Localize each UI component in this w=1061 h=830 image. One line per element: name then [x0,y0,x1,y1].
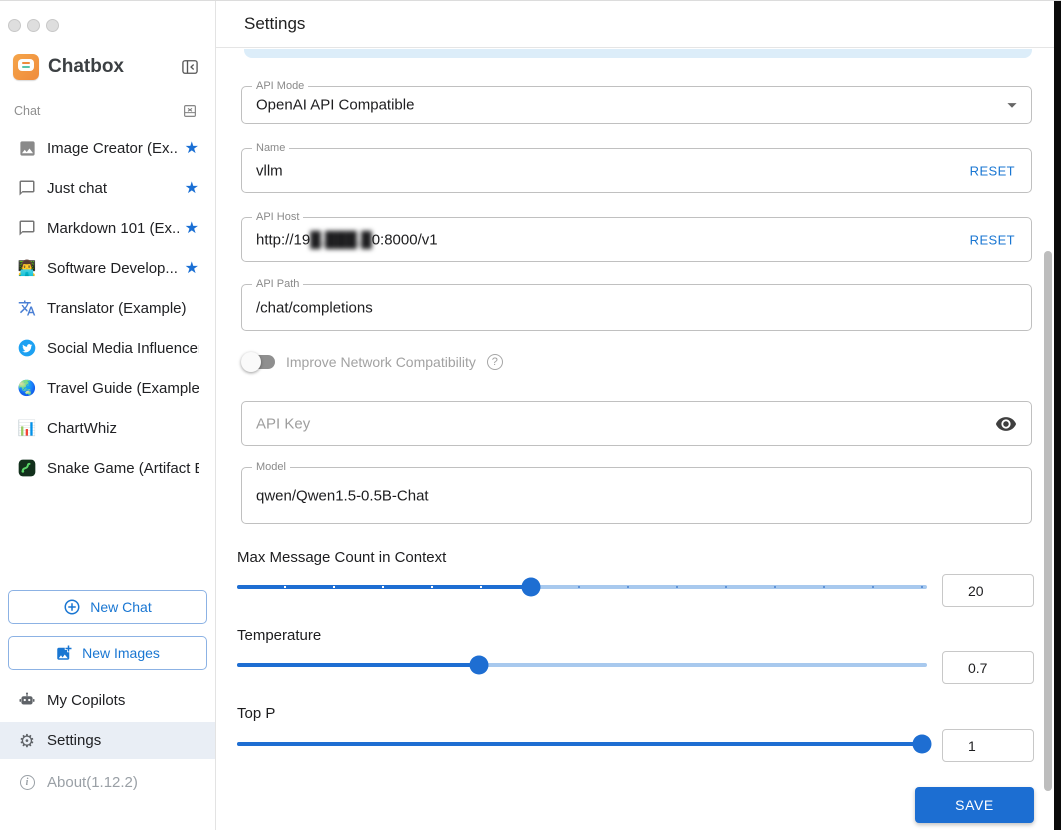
name-field[interactable]: Name vllm RESET [241,142,1032,193]
settings-header: Settings [216,1,1054,48]
plus-circle-icon [64,599,80,615]
toggle-label: Improve Network Compatibility [286,354,476,370]
scrollbar[interactable] [1044,251,1052,791]
page-title: Settings [244,14,306,33]
chart-emoji-icon: 📊 [17,420,37,437]
max-message-count-input[interactable]: 20 [942,574,1034,607]
window-controls [8,19,59,32]
sidebar-item-settings[interactable]: ⚙ Settings [0,722,215,759]
api-host-reset-button[interactable]: RESET [970,232,1015,247]
eye-icon[interactable] [995,413,1017,435]
developer-emoji-icon: 👨‍💻 [17,260,37,277]
redacted-text: █.███.█ [310,231,372,248]
window-minimize-button[interactable] [27,19,40,32]
top-p-slider[interactable] [237,734,932,754]
sidebar-item-snake-game[interactable]: Snake Game (Artifact E... ★ [0,448,215,488]
chat-section-label: Chat [14,104,41,118]
name-value: vllm [256,162,283,179]
window-zoom-button[interactable] [46,19,59,32]
top-p-input[interactable]: 1 [942,729,1034,762]
api-host-field[interactable]: API Host http://19█.███.█0:8000/v1 RESET [241,211,1032,262]
chatbox-logo-icon [13,54,39,80]
scrolled-tab-strip [244,49,1032,58]
archive-icon[interactable] [181,102,199,120]
api-mode-select[interactable]: API Mode OpenAI API Compatible [241,80,1032,124]
top-p-label: Top P [237,705,276,722]
collapse-sidebar-icon[interactable] [178,55,202,79]
api-key-placeholder: API Key [256,415,311,432]
chat-section-header: Chat [14,102,199,120]
temperature-slider[interactable] [237,655,927,675]
star-icon[interactable]: ★ [185,258,199,278]
sidebar: Chatbox Chat Image Creator (Ex... ★ Just… [0,1,215,830]
slider-thumb[interactable] [521,577,541,597]
sidebar-item-chartwhiz[interactable]: 📊 ChartWhiz ★ [0,408,215,448]
chat-bubble-icon [16,178,38,198]
image-plus-icon [57,645,72,660]
globe-emoji-icon: 🌏 [17,380,37,397]
snake-game-icon [16,458,38,478]
conversation-list: Image Creator (Ex... ★ Just chat ★ Markd… [0,128,215,488]
model-field[interactable]: Model qwen/Qwen1.5-0.5B-Chat [241,461,1032,524]
network-compatibility-row: Improve Network Compatibility ? [241,351,503,373]
star-icon[interactable]: ★ [185,218,199,238]
new-chat-button[interactable]: New Chat [8,590,207,624]
api-host-value: http://19█.███.█0:8000/v1 [256,231,438,248]
api-mode-value: OpenAI API Compatible [256,96,415,114]
sidebar-item-travel-guide[interactable]: 🌏 Travel Guide (Example) ★ [0,368,215,408]
sidebar-item-image-creator[interactable]: Image Creator (Ex... ★ [0,128,215,168]
chat-bubble-icon [16,218,38,238]
sidebar-item-my-copilots[interactable]: My Copilots [0,682,215,718]
info-icon: i [16,774,38,790]
temperature-input[interactable]: 0.7 [942,651,1034,684]
sidebar-item-translator[interactable]: Translator (Example) ★ [0,288,215,328]
api-key-field[interactable]: API Key [241,401,1032,446]
chevron-down-icon[interactable] [1001,94,1023,116]
save-button[interactable]: SAVE [915,787,1034,823]
app-header: Chatbox [13,53,202,81]
window-close-button[interactable] [8,19,21,32]
api-path-value: /chat/completions [256,299,373,316]
twitter-icon [16,338,38,358]
image-icon [16,138,38,158]
slider-thumb[interactable] [469,655,488,675]
gear-icon: ⚙ [18,730,36,751]
sidebar-item-about[interactable]: i About(1.12.2) [0,764,215,800]
star-icon[interactable]: ★ [185,138,199,158]
help-icon[interactable]: ? [486,354,503,370]
sidebar-item-social-media-influencer[interactable]: Social Media Influencer ... ★ [0,328,215,368]
sidebar-item-markdown-101[interactable]: Markdown 101 (Ex... ★ [0,208,215,248]
network-compatibility-toggle[interactable] [241,352,275,372]
new-images-button[interactable]: New Images [8,636,207,670]
api-path-field[interactable]: API Path /chat/completions [241,278,1032,331]
star-icon[interactable]: ★ [185,178,199,198]
robot-icon [16,691,38,709]
app-title: Chatbox [48,56,124,77]
max-message-count-label: Max Message Count in Context [237,549,447,566]
sidebar-item-software-developer[interactable]: 👨‍💻 Software Develop... ★ [0,248,215,288]
model-value: qwen/Qwen1.5-0.5B-Chat [256,487,429,504]
temperature-label: Temperature [237,627,322,644]
max-message-count-slider[interactable] [237,577,927,597]
window-right-edge [1054,1,1061,830]
translate-icon [16,298,38,318]
slider-thumb[interactable] [912,734,932,754]
settings-panel: Settings API Mode OpenAI API Compatible … [215,1,1054,830]
name-reset-button[interactable]: RESET [970,163,1015,178]
sidebar-item-just-chat[interactable]: Just chat ★ [0,168,215,208]
